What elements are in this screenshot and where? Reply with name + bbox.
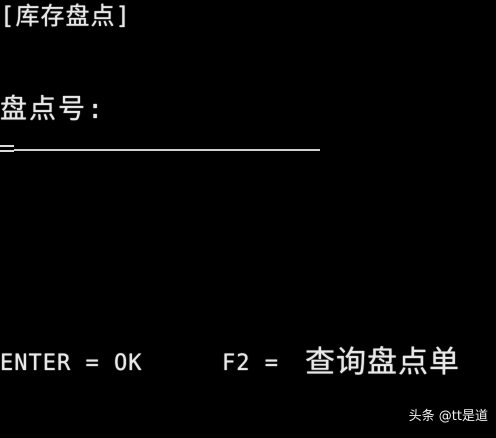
enter-ok-hint: ENTER = OK xyxy=(0,351,143,376)
watermark-text: 头条 @tt是道 xyxy=(408,409,488,424)
inventory-number-input[interactable] xyxy=(0,143,322,157)
inventory-number-label: 盘点号: xyxy=(0,94,106,125)
input-underline xyxy=(14,149,320,151)
terminal-screen: [库存盘点] 盘点号: ENTER = OK F2 = 查询盘点单 头条 @tt… xyxy=(0,0,496,438)
text-cursor xyxy=(0,145,14,152)
screen-title: [库存盘点] xyxy=(0,2,131,30)
query-inventory-hint: 查询盘点单 xyxy=(305,345,460,380)
f2-key-hint: F2 = xyxy=(222,351,279,376)
